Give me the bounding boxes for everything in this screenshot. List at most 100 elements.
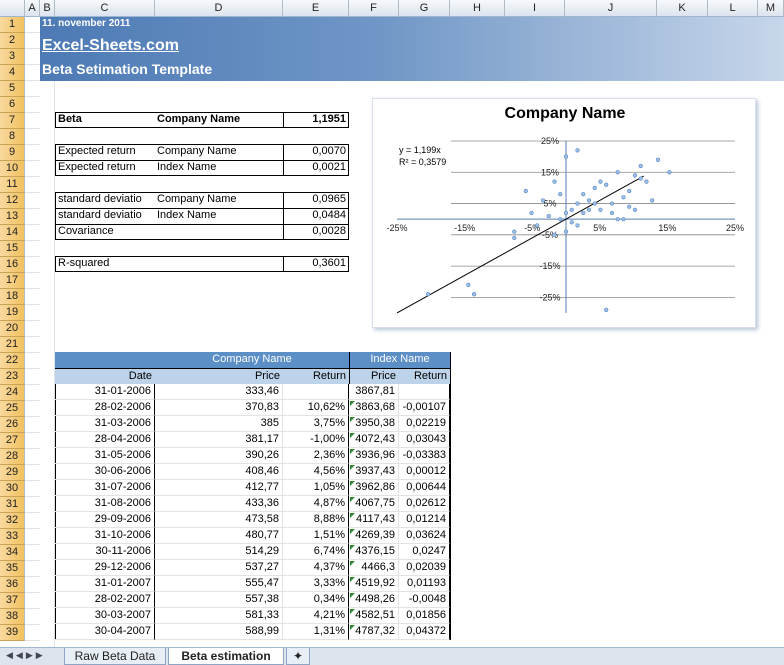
table-cell[interactable]: 6,74% <box>283 544 349 560</box>
std-index-value[interactable]: 0,0484 <box>283 208 349 223</box>
table-cell[interactable]: 4519,92 <box>349 576 399 592</box>
table-cell[interactable]: 0,01193 <box>399 576 450 592</box>
row-header-13[interactable]: 13 <box>0 209 25 225</box>
table-cell[interactable]: 390,26 <box>155 448 283 464</box>
table-cell[interactable]: 3962,86 <box>349 480 399 496</box>
table-cell[interactable]: 1,51% <box>283 528 349 544</box>
table-cell[interactable]: 4787,32 <box>349 624 399 640</box>
row-header-22[interactable]: 22 <box>0 353 25 369</box>
table-cell[interactable] <box>399 384 450 400</box>
table-cell[interactable]: 31-07-2006 <box>55 480 155 496</box>
table-cell[interactable]: 30-11-2006 <box>55 544 155 560</box>
table-cell[interactable]: 0,34% <box>283 592 349 608</box>
table-cell[interactable]: 30-04-2007 <box>55 624 155 640</box>
row-header-1[interactable]: 1 <box>0 17 25 33</box>
table-cell[interactable]: 408,46 <box>155 464 283 480</box>
column-header-i[interactable]: I <box>505 0 565 17</box>
table-cell[interactable]: 588,99 <box>155 624 283 640</box>
column-header-k[interactable]: K <box>657 0 708 17</box>
row-header-33[interactable]: 33 <box>0 529 25 545</box>
row-header-21[interactable]: 21 <box>0 337 25 353</box>
table-cell[interactable]: 1,05% <box>283 480 349 496</box>
table-cell[interactable]: 0,0247 <box>399 544 450 560</box>
row-header-30[interactable]: 30 <box>0 481 25 497</box>
table-cell[interactable]: 0,01856 <box>399 608 450 624</box>
table-cell[interactable]: 3,75% <box>283 416 349 432</box>
tab-raw-beta-data[interactable]: Raw Beta Data <box>64 648 166 665</box>
table-cell[interactable]: -1,00% <box>283 432 349 448</box>
table-cell[interactable]: 4,56% <box>283 464 349 480</box>
table-cell[interactable]: 28-02-2007 <box>55 592 155 608</box>
table-cell[interactable]: 514,29 <box>155 544 283 560</box>
table-cell[interactable]: 0,03624 <box>399 528 450 544</box>
row-header-3[interactable]: 3 <box>0 49 25 65</box>
table-cell[interactable]: 4067,75 <box>349 496 399 512</box>
row-header-5[interactable]: 5 <box>0 81 25 97</box>
select-all-corner[interactable] <box>0 0 25 17</box>
table-cell[interactable]: 433,36 <box>155 496 283 512</box>
column-header-j[interactable]: J <box>565 0 657 17</box>
table-cell[interactable]: 480,77 <box>155 528 283 544</box>
table-cell[interactable]: 4,37% <box>283 560 349 576</box>
row-header-14[interactable]: 14 <box>0 225 25 241</box>
row-header-38[interactable]: 38 <box>0 609 25 625</box>
table-cell[interactable]: -0,03383 <box>399 448 450 464</box>
scatter-chart[interactable]: Company Name y = 1,199x R² = 0,3579 -25%… <box>372 98 756 328</box>
column-header-f[interactable]: F <box>349 0 399 17</box>
table-cell[interactable]: 0,02612 <box>399 496 450 512</box>
table-cell[interactable]: 0,02219 <box>399 416 450 432</box>
row-header-17[interactable]: 17 <box>0 273 25 289</box>
table-cell[interactable]: 0,01214 <box>399 512 450 528</box>
table-cell[interactable]: 10,62% <box>283 400 349 416</box>
table-cell[interactable]: -0,00107 <box>399 400 450 416</box>
row-header-31[interactable]: 31 <box>0 497 25 513</box>
table-cell[interactable]: 31-05-2006 <box>55 448 155 464</box>
table-cell[interactable]: 3,33% <box>283 576 349 592</box>
table-cell[interactable]: 28-02-2006 <box>55 400 155 416</box>
row-header-4[interactable]: 4 <box>0 65 25 81</box>
tab-beta-estimation[interactable]: Beta estimation <box>168 648 284 665</box>
table-cell[interactable]: 4117,43 <box>349 512 399 528</box>
table-cell[interactable]: 412,77 <box>155 480 283 496</box>
table-cell[interactable]: 4072,43 <box>349 432 399 448</box>
table-cell[interactable]: 3950,38 <box>349 416 399 432</box>
row-header-29[interactable]: 29 <box>0 465 25 481</box>
table-cell[interactable]: 381,17 <box>155 432 283 448</box>
row-header-11[interactable]: 11 <box>0 177 25 193</box>
table-cell[interactable]: 4376,15 <box>349 544 399 560</box>
std-company-value[interactable]: 0,0965 <box>283 192 349 207</box>
row-header-9[interactable]: 9 <box>0 145 25 161</box>
table-cell[interactable]: -0,0048 <box>399 592 450 608</box>
table-cell[interactable]: 31-08-2006 <box>55 496 155 512</box>
table-cell[interactable]: 385 <box>155 416 283 432</box>
column-header-d[interactable]: D <box>155 0 283 17</box>
table-cell[interactable]: 4582,51 <box>349 608 399 624</box>
table-cell[interactable]: 0,03043 <box>399 432 450 448</box>
column-header-b[interactable]: B <box>40 0 55 17</box>
table-cell[interactable]: 555,47 <box>155 576 283 592</box>
table-cell[interactable]: 8,88% <box>283 512 349 528</box>
column-header-c[interactable]: C <box>55 0 155 17</box>
row-header-6[interactable]: 6 <box>0 97 25 113</box>
table-cell[interactable]: 3867,81 <box>349 384 399 400</box>
exp-company-value[interactable]: 0,0070 <box>283 144 349 159</box>
table-cell[interactable]: 4498,26 <box>349 592 399 608</box>
row-header-39[interactable]: 39 <box>0 625 25 641</box>
table-cell[interactable]: 29-12-2006 <box>55 560 155 576</box>
tab-nav-arrows[interactable]: ◀◀▶▶ <box>6 650 46 661</box>
table-cell[interactable]: 473,58 <box>155 512 283 528</box>
table-cell[interactable]: 4269,39 <box>349 528 399 544</box>
row-header-19[interactable]: 19 <box>0 305 25 321</box>
table-cell[interactable]: 537,27 <box>155 560 283 576</box>
table-cell[interactable]: 29-09-2006 <box>55 512 155 528</box>
table-cell[interactable]: 581,33 <box>155 608 283 624</box>
column-header-h[interactable]: H <box>450 0 505 17</box>
table-cell[interactable]: 3937,43 <box>349 464 399 480</box>
table-cell[interactable]: 333,46 <box>155 384 283 400</box>
row-header-35[interactable]: 35 <box>0 561 25 577</box>
row-header-24[interactable]: 24 <box>0 385 25 401</box>
table-cell[interactable] <box>283 384 349 400</box>
row-header-26[interactable]: 26 <box>0 417 25 433</box>
column-header-a[interactable]: A <box>25 0 40 17</box>
table-cell[interactable]: 31-03-2006 <box>55 416 155 432</box>
